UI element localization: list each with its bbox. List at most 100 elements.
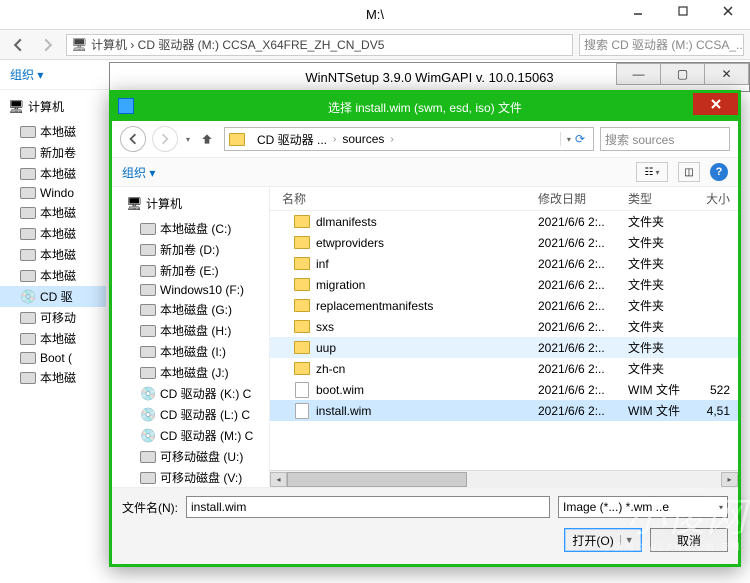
- help-icon[interactable]: ?: [710, 163, 728, 181]
- tree-item[interactable]: 可移动: [0, 307, 106, 328]
- tree-item[interactable]: CD 驱: [0, 286, 106, 307]
- tree-item[interactable]: 新加卷 (D:): [112, 239, 269, 260]
- tree-item[interactable]: CD 驱动器 (L:) C: [112, 404, 269, 425]
- bg-search-input[interactable]: 搜索 CD 驱动器 (M:) CCSA_...: [579, 34, 744, 56]
- drive-icon: [20, 207, 36, 219]
- organize-menu[interactable]: 组织 ▾: [122, 164, 155, 181]
- tree-item[interactable]: 本地磁盘 (J:): [112, 362, 269, 383]
- scroll-track[interactable]: [287, 472, 721, 487]
- tree-item[interactable]: Windo: [0, 184, 106, 202]
- dialog-app-icon: [118, 98, 134, 114]
- minimize-button[interactable]: [615, 0, 660, 22]
- dialog-nav-tree[interactable]: 计算机 本地磁盘 (C:)新加卷 (D:)新加卷 (E:)Windows10 (…: [112, 187, 270, 487]
- col-name[interactable]: 名称: [270, 190, 538, 207]
- file-row[interactable]: replacementmanifests2021/6/6 2:..文件夹: [270, 295, 738, 316]
- file-type-filter[interactable]: Image (*...) *.wm ..e ▾: [558, 496, 728, 518]
- crumb-sources[interactable]: sources: [338, 132, 388, 146]
- nt-minimize-button[interactable]: —: [616, 63, 661, 85]
- chevron-right-icon: ›: [390, 134, 393, 145]
- dialog-back-button[interactable]: [120, 126, 146, 152]
- tree-item[interactable]: 本地磁: [0, 367, 106, 388]
- computer-icon: [8, 100, 24, 114]
- organize-menu[interactable]: 组织 ▾: [10, 66, 43, 83]
- crumb-cd[interactable]: CD 驱动器 ...: [253, 131, 331, 148]
- tree-item[interactable]: 本地磁: [0, 328, 106, 349]
- file-row[interactable]: inf2021/6/6 2:..文件夹: [270, 253, 738, 274]
- tree-item[interactable]: 本地磁盘 (I:): [112, 341, 269, 362]
- file-type: 文件夹: [628, 297, 698, 314]
- file-date: 2021/6/6 2:..: [538, 404, 628, 418]
- dialog-title-bar[interactable]: 选择 install.wim (swm, esd, iso) 文件: [112, 93, 738, 121]
- winntsetup-title-bar[interactable]: WinNTSetup 3.9.0 WimGAPI v. 10.0.15063 —…: [109, 62, 750, 92]
- split-dropdown-icon[interactable]: ▼: [620, 535, 634, 545]
- history-dropdown-icon[interactable]: ▾: [186, 135, 190, 144]
- close-button[interactable]: [705, 0, 750, 22]
- tree-item[interactable]: 本地磁盘 (C:): [112, 218, 269, 239]
- maximize-button[interactable]: [660, 0, 705, 22]
- bg-breadcrumb[interactable]: 计算机 › CD 驱动器 (M:) CCSA_X64FRE_ZH_CN_DV5: [66, 34, 573, 56]
- up-button[interactable]: [196, 128, 218, 150]
- file-name: inf: [316, 257, 329, 271]
- path-dropdown-icon[interactable]: ▾: [567, 135, 571, 144]
- dialog-forward-button[interactable]: [152, 126, 178, 152]
- scroll-thumb[interactable]: [287, 472, 467, 487]
- file-row[interactable]: uup2021/6/6 2:..文件夹: [270, 337, 738, 358]
- dialog-close-button[interactable]: [693, 93, 738, 115]
- open-button[interactable]: 打开(O) ▼: [564, 528, 642, 552]
- column-headers[interactable]: 名称 修改日期 类型 大小: [270, 187, 738, 211]
- file-row[interactable]: boot.wim2021/6/6 2:..WIM 文件522: [270, 379, 738, 400]
- file-row[interactable]: dlmanifests2021/6/6 2:..文件夹: [270, 211, 738, 232]
- tree-item[interactable]: CD 驱动器 (K:) C: [112, 383, 269, 404]
- tree-item[interactable]: CD 驱动器 (M:) C: [112, 425, 269, 446]
- nt-maximize-button[interactable]: ▢: [660, 63, 705, 85]
- tree-computer-node[interactable]: 计算机: [0, 96, 106, 121]
- refresh-icon[interactable]: ⟳: [575, 132, 585, 146]
- view-mode-button[interactable]: ☷▾: [636, 162, 668, 182]
- bg-title-bar[interactable]: M:\: [0, 0, 750, 30]
- drive-icon: [20, 312, 36, 324]
- dialog-search-input[interactable]: 搜索 sources: [600, 127, 730, 151]
- file-row[interactable]: etwproviders2021/6/6 2:..文件夹: [270, 232, 738, 253]
- tree-item[interactable]: 新加卷 (E:): [112, 260, 269, 281]
- bg-nav-tree[interactable]: 计算机 本地磁新加卷本地磁Windo本地磁本地磁本地磁本地磁CD 驱可移动本地磁…: [0, 90, 106, 583]
- tree-item[interactable]: 本地磁: [0, 265, 106, 286]
- filename-input[interactable]: [186, 496, 550, 518]
- file-row[interactable]: zh-cn2021/6/6 2:..文件夹: [270, 358, 738, 379]
- back-button[interactable]: [6, 33, 30, 57]
- tree-item[interactable]: 本地磁: [0, 244, 106, 265]
- col-date[interactable]: 修改日期: [538, 190, 628, 207]
- tree-computer-node[interactable]: 计算机: [112, 193, 269, 218]
- file-row[interactable]: sxs2021/6/6 2:..文件夹: [270, 316, 738, 337]
- file-row[interactable]: migration2021/6/6 2:..文件夹: [270, 274, 738, 295]
- tree-item[interactable]: 可移动磁盘 (U:): [112, 446, 269, 467]
- tree-item[interactable]: 本地磁: [0, 121, 106, 142]
- tree-item[interactable]: Windows10 (F:): [112, 281, 269, 299]
- folder-icon: [294, 214, 310, 230]
- open-file-dialog: 选择 install.wim (swm, esd, iso) 文件 ▾ CD 驱…: [109, 90, 741, 567]
- drive-icon: [20, 270, 36, 282]
- tree-item[interactable]: 新加卷: [0, 142, 106, 163]
- forward-button[interactable]: [36, 33, 60, 57]
- tree-item[interactable]: 本地磁: [0, 223, 106, 244]
- preview-pane-button[interactable]: ◫: [678, 162, 700, 182]
- horizontal-scrollbar[interactable]: ◂ ▸: [270, 470, 738, 487]
- file-type: WIM 文件: [628, 402, 698, 419]
- tree-item[interactable]: 本地磁: [0, 163, 106, 184]
- scroll-left-button[interactable]: ◂: [270, 472, 287, 487]
- tree-item[interactable]: 本地磁盘 (G:): [112, 299, 269, 320]
- scroll-right-button[interactable]: ▸: [721, 472, 738, 487]
- filename-label: 文件名(N):: [122, 499, 178, 516]
- cancel-button[interactable]: 取消: [650, 528, 728, 552]
- file-row[interactable]: install.wim2021/6/6 2:..WIM 文件4,51: [270, 400, 738, 421]
- tree-item-label: Boot (: [40, 351, 72, 365]
- tree-item[interactable]: 可移动磁盘 (V:): [112, 467, 269, 487]
- col-size[interactable]: 大小: [698, 190, 738, 207]
- tree-item[interactable]: 本地磁盘 (H:): [112, 320, 269, 341]
- tree-item[interactable]: 本地磁: [0, 202, 106, 223]
- tree-item[interactable]: Boot (: [0, 349, 106, 367]
- nt-close-button[interactable]: ✕: [704, 63, 749, 85]
- col-type[interactable]: 类型: [628, 190, 698, 207]
- tree-header-label: 计算机: [146, 195, 182, 212]
- file-date: 2021/6/6 2:..: [538, 362, 628, 376]
- dialog-breadcrumb[interactable]: CD 驱动器 ... › sources › ▾ ⟳: [224, 127, 594, 151]
